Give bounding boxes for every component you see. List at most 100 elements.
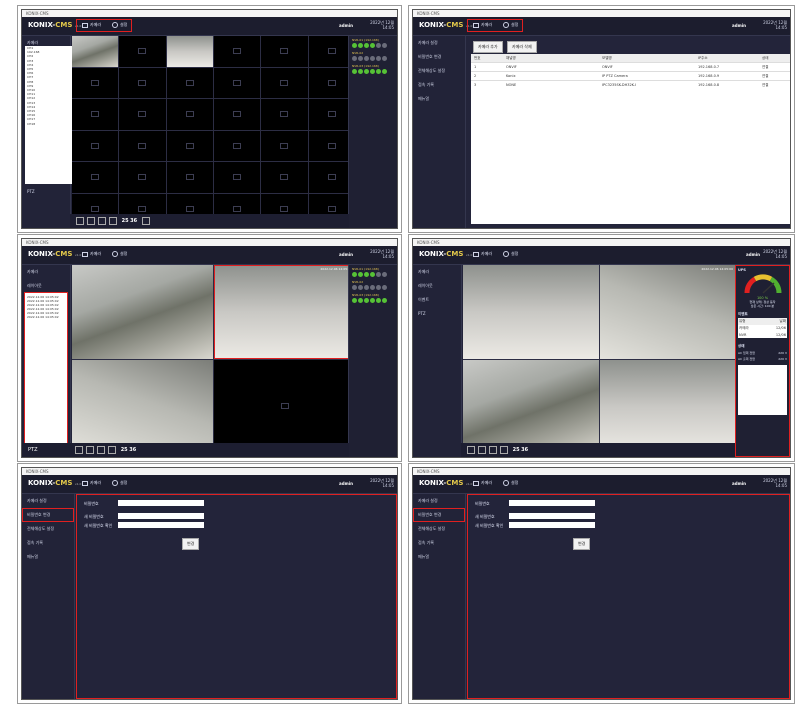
password-input[interactable] xyxy=(509,500,595,506)
tab-camera[interactable]: 카메라 xyxy=(82,251,101,257)
channel-status-icon[interactable] xyxy=(370,298,375,303)
channel-status-icon[interactable] xyxy=(382,272,387,277)
camera-view-4[interactable] xyxy=(600,359,736,453)
channel-status-icon[interactable] xyxy=(376,298,381,303)
channel-status-icon[interactable] xyxy=(364,272,369,277)
sidebar-item-manual[interactable]: 메뉴얼 xyxy=(413,550,465,564)
sidebar-item-camera-settings[interactable]: 카메라 설정 xyxy=(413,494,465,508)
channel-status-icon[interactable] xyxy=(358,43,363,48)
table-row[interactable]: 1 ONVIF ONVIF 192.168.0.7 연결 xyxy=(471,63,790,72)
camera-view-2[interactable]: 2022.12.06 14:05:00 xyxy=(600,265,736,359)
sidebar-item-camera-settings[interactable]: 카메라 설정 xyxy=(413,36,465,50)
layout-1-icon[interactable] xyxy=(75,445,84,454)
layout-1-icon[interactable] xyxy=(467,445,475,454)
layout-36-button[interactable]: 36 xyxy=(521,447,528,453)
channel-status-icon[interactable] xyxy=(352,69,357,74)
sidebar-item-password[interactable]: 비밀번호 변경 xyxy=(413,508,465,522)
camera-tile[interactable] xyxy=(72,36,119,67)
camera-tile[interactable] xyxy=(213,130,261,161)
channel-status-icon[interactable] xyxy=(376,272,381,277)
channel-status-icon[interactable] xyxy=(352,56,357,61)
channel-status-icon[interactable] xyxy=(370,285,375,290)
camera-tile[interactable] xyxy=(166,99,213,130)
camera-tile[interactable] xyxy=(72,99,119,130)
sidebar-item-camera[interactable]: 카메라 xyxy=(22,265,70,279)
table-row[interactable]: 2 Konix IP PTZ Camera 192.168.0.9 연결 xyxy=(471,72,790,81)
sidebar-item-ptz[interactable]: PTZ xyxy=(22,185,70,198)
layout-4-icon[interactable] xyxy=(86,445,95,454)
channel-status-icon[interactable] xyxy=(382,56,387,61)
sidebar-item-event[interactable]: 이벤트 xyxy=(413,293,461,307)
event-list-item[interactable]: 2022.12.06 14:05:02 xyxy=(27,315,65,319)
camera-tile[interactable] xyxy=(261,36,308,67)
layout-16-icon[interactable] xyxy=(108,445,117,454)
channel-status-icon[interactable] xyxy=(364,285,369,290)
sidebar-item-manual[interactable]: 메뉴얼 xyxy=(413,92,465,106)
delete-camera-button[interactable]: 카메라 삭제 xyxy=(507,41,537,53)
layout-1-icon[interactable] xyxy=(76,216,84,225)
channel-status-icon[interactable] xyxy=(352,298,357,303)
layout-9-icon[interactable] xyxy=(98,216,106,225)
camera-tile[interactable] xyxy=(213,99,261,130)
tab-camera[interactable]: 카메라 xyxy=(473,251,492,257)
channel-status-icon[interactable] xyxy=(370,56,375,61)
confirm-password-input[interactable] xyxy=(509,522,595,528)
change-password-button[interactable]: 변경 xyxy=(182,538,200,550)
channel-status-icon[interactable] xyxy=(370,43,375,48)
sidebar-item-resolution[interactable]: 전체해상도 설정 xyxy=(413,522,465,536)
channel-status-icon[interactable] xyxy=(358,69,363,74)
camera-view-3[interactable] xyxy=(463,359,599,453)
camera-tile[interactable] xyxy=(119,130,166,161)
sidebar-item-layout[interactable]: 레이아웃 xyxy=(413,279,461,293)
sidebar-item-resolution[interactable]: 전체해상도 설정 xyxy=(22,522,74,536)
camera-tile[interactable] xyxy=(261,162,308,193)
channel-status-icon[interactable] xyxy=(370,69,375,74)
camera-view-1[interactable] xyxy=(463,265,599,359)
camera-view-4[interactable] xyxy=(214,359,355,453)
sidebar-item-camera[interactable]: 카메라 xyxy=(413,265,461,279)
camera-tile[interactable] xyxy=(72,67,119,98)
channel-status-icon[interactable] xyxy=(358,285,363,290)
tab-settings[interactable]: 설정 xyxy=(112,480,127,486)
channel-status-icon[interactable] xyxy=(352,285,357,290)
camera-tile[interactable] xyxy=(213,67,261,98)
new-password-input[interactable] xyxy=(509,513,595,519)
layout-16-icon[interactable] xyxy=(109,216,117,225)
channel-status-icon[interactable] xyxy=(376,69,381,74)
tab-settings[interactable]: 설정 xyxy=(112,251,127,257)
event-row[interactable]: NVR 12/06 xyxy=(738,332,787,338)
camera-tile[interactable] xyxy=(166,162,213,193)
channel-status-icon[interactable] xyxy=(358,56,363,61)
camera-tile[interactable] xyxy=(119,99,166,130)
layout-9-icon[interactable] xyxy=(97,445,106,454)
sidebar-item-layout[interactable]: 레이아웃 xyxy=(22,279,70,293)
channel-status-icon[interactable] xyxy=(352,43,357,48)
camera-tree[interactable]: CH1 192.168 CH2 CH3 CH4 CH5 CH6 CH7 CH8 CH9 CH10 CH… xyxy=(25,46,72,184)
channel-status-icon[interactable] xyxy=(382,43,387,48)
channel-status-icon[interactable] xyxy=(352,272,357,277)
new-password-input[interactable] xyxy=(118,513,204,519)
channel-status-icon[interactable] xyxy=(358,298,363,303)
tab-camera[interactable]: 카메라 xyxy=(82,480,101,486)
camera-view-2[interactable]: 2022.12.06 14:05:00 xyxy=(214,265,355,359)
sidebar-item-password[interactable]: 비밀번호 변경 xyxy=(22,508,74,522)
sidebar-item-access-log[interactable]: 접속 기록 xyxy=(413,78,465,92)
camera-view-1[interactable] xyxy=(72,265,213,359)
camera-tile[interactable] xyxy=(166,36,213,67)
tab-settings[interactable]: 설정 xyxy=(503,251,518,257)
layout-4-icon[interactable] xyxy=(478,445,486,454)
channel-status-icon[interactable] xyxy=(376,56,381,61)
sidebar-item-access-log[interactable]: 접속 기록 xyxy=(413,536,465,550)
channel-status-icon[interactable] xyxy=(382,69,387,74)
channel-status-icon[interactable] xyxy=(382,298,387,303)
layout-25-button[interactable]: 25 xyxy=(121,447,128,453)
camera-tile[interactable] xyxy=(119,67,166,98)
layout-25-button[interactable]: 25 xyxy=(122,218,129,224)
channel-status-icon[interactable] xyxy=(364,298,369,303)
camera-tile[interactable] xyxy=(261,67,308,98)
event-list[interactable]: 2022.12.06 14:05:02 2022.12.06 14:05:02 20… xyxy=(24,292,68,447)
layout-36-button[interactable]: 36 xyxy=(129,447,136,453)
channel-status-icon[interactable] xyxy=(382,285,387,290)
layout-16-icon[interactable] xyxy=(500,445,508,454)
sidebar-item-access-log[interactable]: 접속 기록 xyxy=(22,536,74,550)
